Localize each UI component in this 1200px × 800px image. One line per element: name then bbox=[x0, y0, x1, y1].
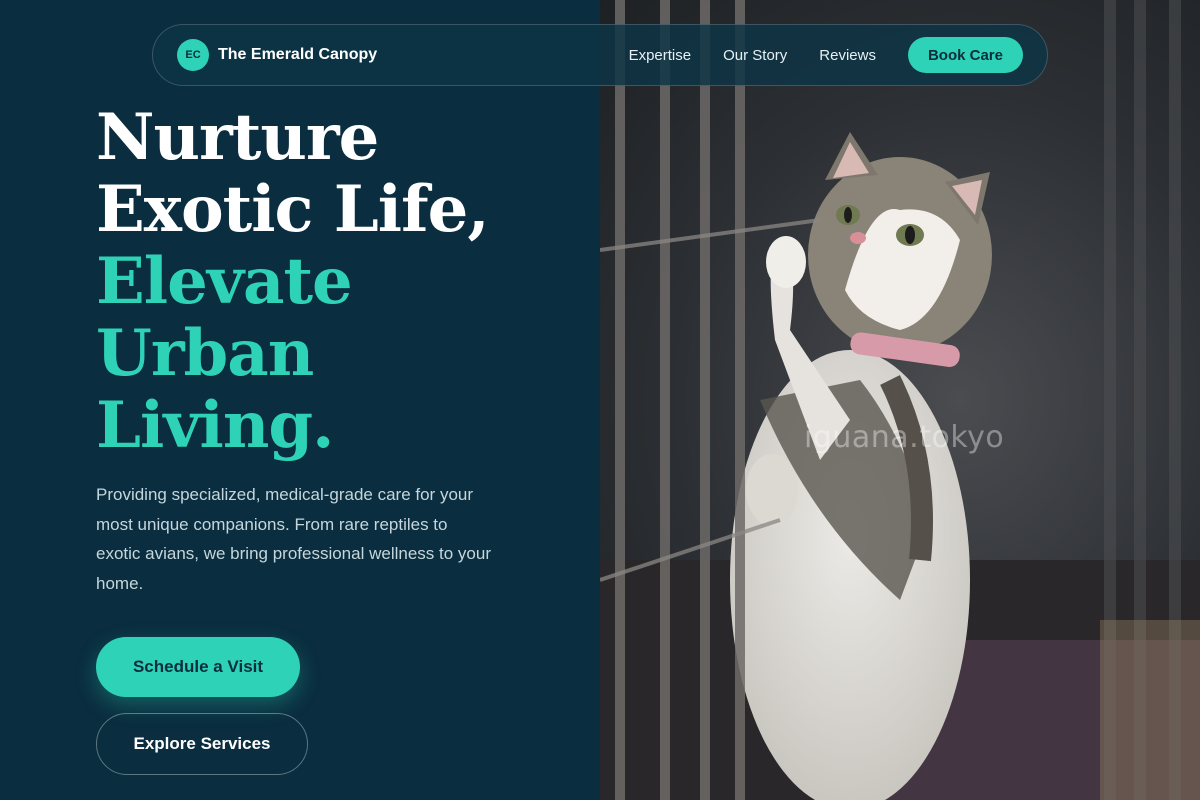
nav-link-our-story[interactable]: Our Story bbox=[723, 47, 787, 64]
hero-lead-paragraph: Providing specialized, medical-grade car… bbox=[96, 485, 491, 593]
headline-line-5: Living. bbox=[96, 388, 334, 463]
headline-line-3: Elevate bbox=[96, 244, 353, 319]
hero-headline: Nurture Exotic Life, Elevate Urban Livin… bbox=[96, 102, 576, 462]
schedule-visit-button[interactable]: Schedule a Visit bbox=[96, 637, 300, 697]
headline-line-1: Nurture bbox=[96, 100, 379, 175]
headline-line-2: Exotic Life, bbox=[96, 172, 490, 247]
headline-line-4: Urban bbox=[96, 316, 314, 391]
cat-photo-illustration bbox=[600, 0, 1200, 800]
book-care-button[interactable]: Book Care bbox=[907, 37, 1023, 73]
image-watermark: iguana.tokyo bbox=[804, 420, 1005, 455]
hero-image: iguana.tokyo bbox=[600, 0, 1200, 800]
nav-links: Expertise Our Story Reviews Book Care bbox=[597, 37, 1023, 73]
top-navigation: EC The Emerald Canopy Expertise Our Stor… bbox=[152, 24, 1048, 86]
brand-name[interactable]: The Emerald Canopy bbox=[218, 46, 377, 64]
nav-link-reviews[interactable]: Reviews bbox=[819, 47, 876, 64]
nav-link-expertise[interactable]: Expertise bbox=[629, 47, 692, 64]
explore-services-button[interactable]: Explore Services bbox=[96, 713, 308, 775]
logo-badge[interactable]: EC bbox=[177, 39, 209, 71]
